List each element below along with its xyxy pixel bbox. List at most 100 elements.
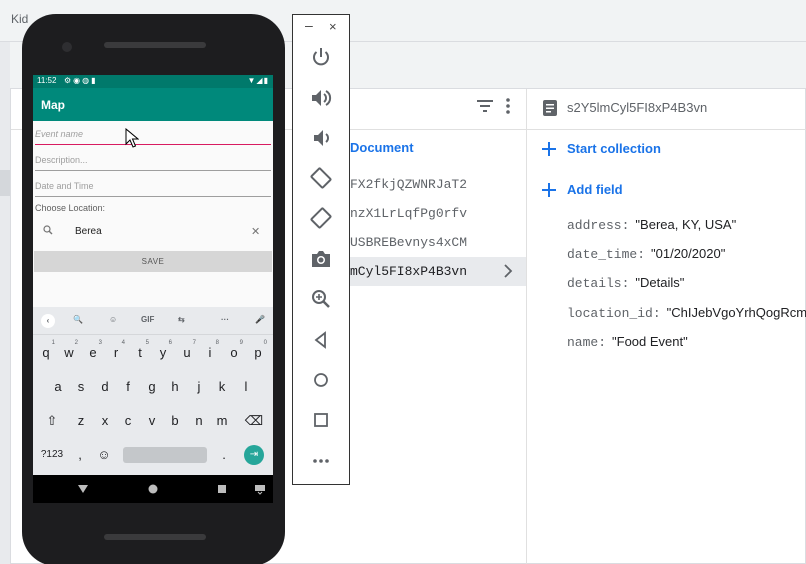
key[interactable]: e3 xyxy=(82,340,104,365)
key[interactable]: z xyxy=(70,409,92,433)
zoom-in-icon[interactable] xyxy=(309,287,333,311)
android-nav-bar xyxy=(33,475,273,503)
key-hint: 4 xyxy=(121,340,125,346)
key[interactable]: o9 xyxy=(223,340,245,365)
key[interactable]: k xyxy=(211,375,233,399)
volume-down-icon[interactable] xyxy=(309,126,333,150)
translate-icon[interactable]: ⇆ xyxy=(178,315,185,324)
notification-icons: ⚙◉◍▮ xyxy=(64,76,98,85)
symbols-key[interactable]: ?123 xyxy=(37,443,67,467)
key[interactable]: y6 xyxy=(152,340,174,365)
period-key[interactable]: . xyxy=(213,443,235,467)
clear-icon[interactable]: ✕ xyxy=(251,225,260,238)
field-row[interactable]: address: "Berea, KY, USA" xyxy=(567,217,736,233)
keyboard-more-icon[interactable]: ··· xyxy=(221,315,229,324)
field-row[interactable]: date_time: "01/20/2020" xyxy=(567,246,725,262)
document-list-item[interactable]: nzX1LrLqfPg0rfv xyxy=(350,206,526,221)
sticker-icon[interactable]: ☺ xyxy=(109,315,117,324)
rotate-left-icon[interactable] xyxy=(309,166,333,190)
key[interactable]: s xyxy=(70,375,92,399)
field-key: date_time: xyxy=(567,247,646,262)
save-button[interactable]: SAVE xyxy=(34,251,272,272)
add-document-button[interactable]: Document xyxy=(350,140,414,155)
collapse-toolbar-icon[interactable]: ‹ xyxy=(41,314,55,328)
backspace-key[interactable]: ⌫ xyxy=(243,409,265,433)
field-key: details: xyxy=(567,276,630,291)
key-label: t xyxy=(138,345,142,360)
key[interactable]: n xyxy=(188,409,210,433)
key-row-1: q1 w2 e3 r4 t5 y6 u7 i8 o9 p0 xyxy=(33,340,273,365)
key[interactable]: g xyxy=(141,375,163,399)
description-field[interactable]: Description... xyxy=(35,147,271,171)
key-hint: 8 xyxy=(215,340,219,346)
camera-icon[interactable] xyxy=(309,247,333,271)
key[interactable]: r4 xyxy=(105,340,127,365)
choose-location-label: Choose Location: xyxy=(35,203,106,213)
nav-keyboard-icon[interactable] xyxy=(254,483,266,495)
system-status-icons: ▼◢▮ xyxy=(247,76,269,85)
key[interactable]: h xyxy=(164,375,186,399)
key[interactable]: t5 xyxy=(129,340,151,365)
field-row[interactable]: location_id: "ChIJebVgoYrhQogRcmY xyxy=(567,305,806,321)
rotate-right-icon[interactable] xyxy=(309,206,333,230)
key[interactable]: v xyxy=(141,409,163,433)
field-value: "Details" xyxy=(635,275,685,290)
document-list-item-label: mCyl5FI8xP4B3vn xyxy=(350,264,468,279)
home-icon[interactable] xyxy=(309,368,333,392)
more-icon[interactable] xyxy=(309,449,333,473)
location-search[interactable]: Berea ✕ xyxy=(33,217,273,245)
field-key: name: xyxy=(567,335,607,350)
filter-icon[interactable] xyxy=(476,97,494,115)
nav-back-icon[interactable] xyxy=(77,483,89,495)
key[interactable]: i8 xyxy=(199,340,221,365)
document-list-item[interactable]: FX2fkjQZWNRJaT2 xyxy=(350,177,526,192)
nav-home-icon[interactable] xyxy=(147,483,159,495)
event-name-placeholder: Event name xyxy=(35,129,84,139)
key[interactable]: b xyxy=(164,409,186,433)
document-icon xyxy=(543,100,557,116)
gif-button[interactable]: GIF xyxy=(141,315,154,324)
key[interactable]: c xyxy=(117,409,139,433)
close-button[interactable]: × xyxy=(329,19,337,34)
key[interactable]: q1 xyxy=(35,340,57,365)
space-bar[interactable] xyxy=(123,447,207,463)
volume-up-icon[interactable] xyxy=(309,86,333,110)
key[interactable]: f xyxy=(117,375,139,399)
key[interactable]: j xyxy=(188,375,210,399)
document-list-item[interactable]: USBREBevnys4xCM xyxy=(350,235,526,250)
key[interactable]: w2 xyxy=(58,340,80,365)
key[interactable]: u7 xyxy=(176,340,198,365)
nav-overview-icon[interactable] xyxy=(216,483,228,495)
comma-key[interactable]: , xyxy=(69,443,91,467)
top-speaker xyxy=(104,42,206,48)
overview-icon[interactable] xyxy=(309,408,333,432)
key[interactable]: p0 xyxy=(247,340,269,365)
start-collection-button[interactable]: Start collection xyxy=(567,141,661,156)
shift-key[interactable]: ⇧ xyxy=(41,409,63,433)
bottom-speaker xyxy=(104,534,206,540)
app-bar: Map xyxy=(33,88,273,121)
key[interactable]: d xyxy=(94,375,116,399)
minimize-button[interactable]: – xyxy=(305,17,313,33)
field-key: location_id: xyxy=(567,306,661,321)
key-row-3: ⇧ z x c v b n m ⌫ xyxy=(33,409,273,433)
field-row[interactable]: name: "Food Event" xyxy=(567,334,688,350)
app-bar-title: Map xyxy=(41,98,65,112)
key[interactable]: a xyxy=(47,375,69,399)
sidebar-selected-item[interactable] xyxy=(0,170,10,196)
key[interactable]: m xyxy=(211,409,233,433)
more-vert-icon[interactable] xyxy=(503,97,513,115)
keyboard-search-icon[interactable]: 🔍 xyxy=(73,315,83,324)
date-time-field[interactable]: Date and Time xyxy=(35,173,271,197)
field-row[interactable]: details: "Details" xyxy=(567,275,684,291)
key[interactable]: l xyxy=(235,375,257,399)
power-icon[interactable] xyxy=(309,45,333,69)
field-key: address: xyxy=(567,218,630,233)
back-icon[interactable] xyxy=(309,328,333,352)
enter-key[interactable]: ⇥ xyxy=(244,445,264,465)
event-name-field[interactable]: Event name xyxy=(35,121,271,145)
key[interactable]: x xyxy=(94,409,116,433)
emoji-key[interactable]: ☺ xyxy=(93,443,115,467)
microphone-icon[interactable]: 🎤 xyxy=(255,315,265,324)
add-field-button[interactable]: Add field xyxy=(567,182,623,197)
